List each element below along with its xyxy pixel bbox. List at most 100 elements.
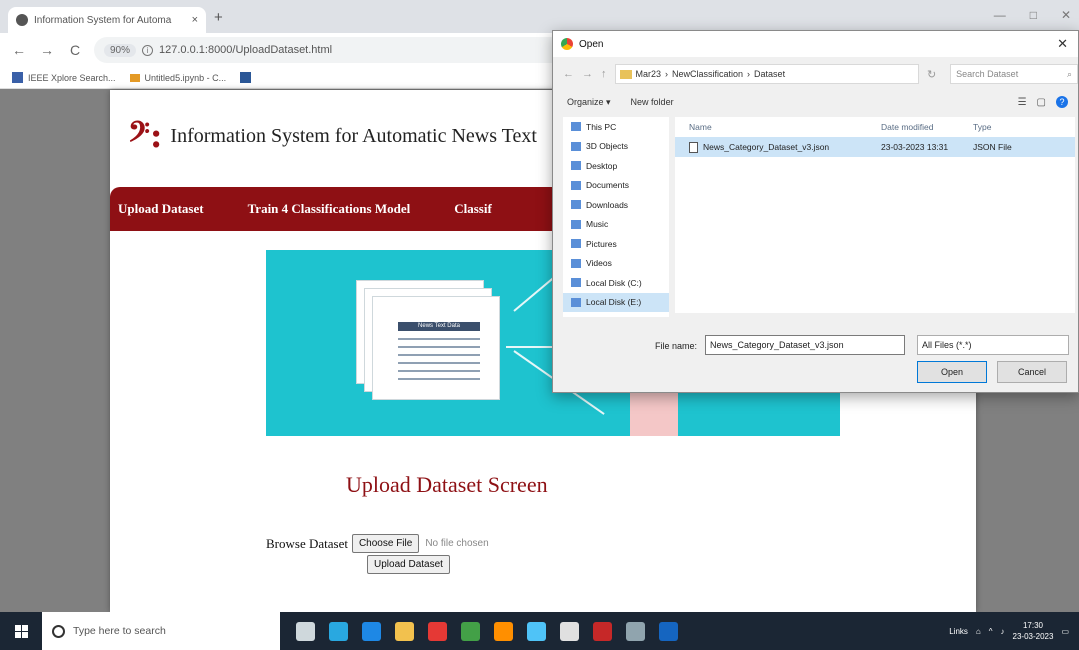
close-window-icon[interactable]: ✕ — [1061, 8, 1071, 22]
breadcrumb-item[interactable]: Mar23 — [636, 69, 662, 79]
network-icon[interactable]: ⌂ — [976, 627, 981, 636]
nav-local-disk-c[interactable]: Local Disk (C:) — [563, 273, 669, 293]
bookmark-word[interactable] — [240, 72, 252, 83]
info-icon[interactable]: i — [142, 44, 154, 56]
refresh-icon[interactable]: ↻ — [927, 68, 936, 81]
taskbar-search[interactable]: Type here to search — [42, 612, 280, 650]
nav-label: Downloads — [586, 199, 629, 210]
preview-pane-icon[interactable]: ▢ — [1037, 97, 1046, 108]
site-title: Information System for Automatic News Te… — [170, 124, 537, 147]
nav-label: Documents — [586, 180, 629, 191]
nav-documents[interactable]: Documents — [563, 176, 669, 196]
cube-icon — [571, 141, 581, 151]
document-line — [398, 370, 480, 372]
notification-icon[interactable]: ▭ — [1061, 627, 1069, 636]
dialog-close-icon[interactable]: ✕ — [1057, 36, 1068, 52]
taskbar-app-icon[interactable] — [428, 621, 447, 641]
zoom-indicator[interactable]: 90% — [104, 43, 137, 57]
breadcrumb-item[interactable]: NewClassification — [672, 69, 743, 79]
no-file-text: No file chosen — [425, 538, 489, 549]
taskbar-app-icon[interactable] — [659, 621, 678, 641]
column-name[interactable]: Name — [675, 122, 881, 132]
taskbar-app-icon[interactable] — [395, 621, 414, 641]
address-bar[interactable]: 90% i 127.0.0.1:8000/UploadDataset.html — [94, 37, 614, 63]
taskbar-app-icon[interactable] — [461, 621, 480, 641]
nav-upload-dataset[interactable]: Upload Dataset — [118, 201, 204, 217]
breadcrumb-item[interactable]: Dataset — [754, 69, 785, 79]
open-button[interactable]: Open — [917, 361, 987, 383]
search-icon — [52, 624, 65, 638]
nav-classify[interactable]: Classif — [454, 201, 492, 217]
pc-icon — [571, 122, 581, 132]
drive-icon — [571, 297, 581, 307]
forward-icon[interactable]: → — [582, 68, 593, 80]
nav-videos[interactable]: Videos — [563, 254, 669, 274]
taskbar-app-icon[interactable] — [593, 621, 612, 641]
taskbar-app-icon[interactable] — [329, 621, 348, 641]
organize-menu[interactable]: Organize ▾ — [567, 97, 611, 108]
bass-clef-logo: 𝄢: — [128, 116, 163, 156]
dialog-search-input[interactable]: Search Dataset ⌕ — [950, 64, 1078, 84]
file-list: Name Date modified Type News_Category_Da… — [675, 117, 1075, 313]
nav-label: This PC — [586, 121, 617, 132]
new-tab-button[interactable]: + — [214, 9, 223, 26]
file-name-cell: News_Category_Dataset_v3.json — [675, 141, 881, 153]
system-tray: Links ⌂ ^ ♪ 17:30 23-03-2023 ▭ — [949, 612, 1069, 650]
reload-icon[interactable]: C — [66, 42, 84, 58]
up-icon[interactable]: ↑ — [601, 68, 607, 80]
bookmark-colab[interactable]: Untitled5.ipynb - C... — [129, 73, 226, 83]
windows-icon — [14, 624, 28, 638]
desktop-icon — [571, 161, 581, 171]
back-icon[interactable]: ← — [10, 42, 28, 58]
nav-train-models[interactable]: Train 4 Classifications Model — [248, 201, 411, 217]
taskbar-app-icon[interactable] — [362, 621, 381, 641]
nav-this-pc[interactable]: This PC — [563, 117, 669, 137]
cancel-button[interactable]: Cancel — [997, 361, 1067, 383]
dialog-toolbar: Organize ▾ New folder ☰ ▢ ? — [553, 91, 1078, 113]
file-type-select[interactable]: All Files (*.*) — [917, 335, 1069, 355]
nav-desktop[interactable]: Desktop — [563, 156, 669, 176]
search-placeholder: Search Dataset — [956, 69, 1019, 79]
browser-tab[interactable]: Information System for Automa × — [8, 7, 206, 33]
choose-file-button[interactable]: Choose File — [351, 534, 420, 553]
breadcrumb[interactable]: Mar23 › NewClassification › Dataset — [614, 64, 919, 84]
maximize-icon[interactable]: □ — [1030, 8, 1037, 22]
nav-pictures[interactable]: Pictures — [563, 234, 669, 254]
start-button[interactable] — [0, 612, 42, 650]
nav-label: Videos — [586, 258, 612, 269]
column-type[interactable]: Type — [973, 122, 1073, 132]
view-options-icon[interactable]: ☰ — [1018, 97, 1027, 108]
window-controls: — □ ✕ — [994, 8, 1071, 22]
clock[interactable]: 17:30 23-03-2023 — [1013, 620, 1054, 642]
url-text[interactable]: 127.0.0.1:8000/UploadDataset.html — [159, 44, 332, 56]
file-name-input[interactable]: News_Category_Dataset_v3.json — [705, 335, 905, 355]
minimize-icon[interactable]: — — [994, 8, 1006, 22]
clock-time: 17:30 — [1022, 621, 1043, 630]
open-file-dialog: Open ✕ ← → ↑ Mar23 › NewClassification ›… — [552, 30, 1079, 393]
back-icon[interactable]: ← — [563, 68, 574, 80]
taskbar-app-icon[interactable] — [626, 621, 645, 641]
bookmark-ieee[interactable]: IEEE Xplore Search... — [12, 72, 116, 83]
taskbar-app-icon[interactable] — [296, 621, 315, 641]
column-date[interactable]: Date modified — [881, 122, 973, 132]
tray-links[interactable]: Links — [949, 627, 968, 636]
forward-icon[interactable]: → — [38, 42, 56, 58]
taskbar-app-icon[interactable] — [527, 621, 546, 641]
taskbar-app-icon[interactable] — [560, 621, 579, 641]
new-folder-button[interactable]: New folder — [631, 97, 674, 107]
help-icon[interactable]: ? — [1056, 96, 1068, 108]
close-tab-icon[interactable]: × — [192, 14, 198, 26]
video-icon — [571, 258, 581, 268]
taskbar-apps — [296, 621, 678, 641]
file-name-label: File name: — [655, 341, 698, 351]
file-row[interactable]: News_Category_Dataset_v3.json 23-03-2023… — [675, 137, 1075, 157]
nav-music[interactable]: Music — [563, 215, 669, 235]
chevron-up-icon[interactable]: ^ — [989, 627, 993, 636]
nav-downloads[interactable]: Downloads — [563, 195, 669, 215]
word-icon — [240, 72, 252, 83]
volume-icon[interactable]: ♪ — [1001, 627, 1005, 636]
nav-3d-objects[interactable]: 3D Objects — [563, 137, 669, 157]
taskbar-app-icon[interactable] — [494, 621, 513, 641]
upload-dataset-button[interactable]: Upload Dataset — [367, 555, 450, 574]
nav-local-disk-e[interactable]: Local Disk (E:) — [563, 292, 669, 312]
